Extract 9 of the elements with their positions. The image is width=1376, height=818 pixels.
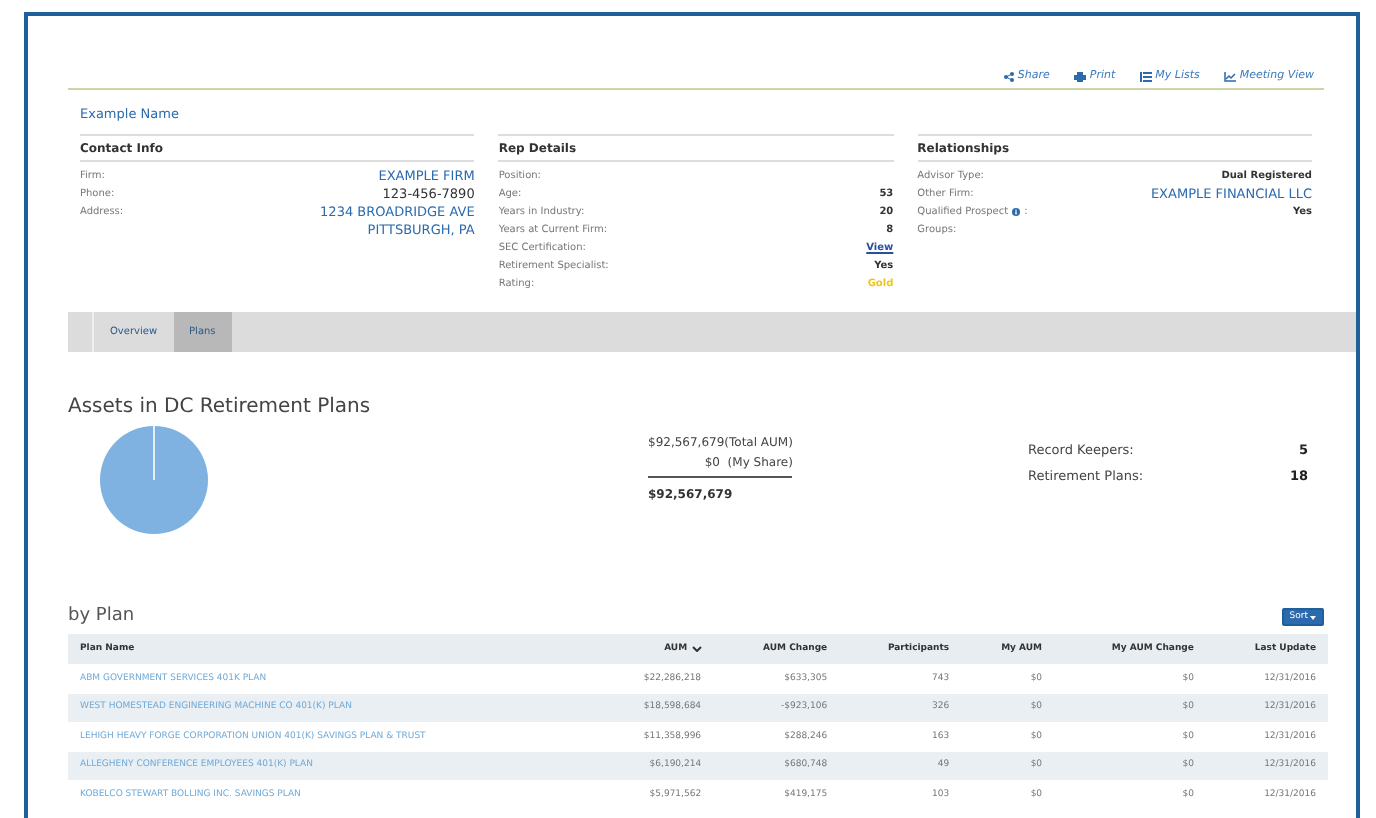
line-chart-icon: [1223, 71, 1236, 81]
list-icon: [1139, 71, 1152, 81]
chevron-down-icon: [691, 646, 702, 652]
caret-icon: [1310, 615, 1316, 619]
print-icon: [1073, 71, 1086, 81]
share-icon: [1003, 71, 1014, 81]
section-heading: Assets in DC Retirement Plans: [66, 394, 373, 418]
section-heading: by Plan: [68, 606, 135, 626]
pie-chart-drawing: [100, 426, 208, 534]
